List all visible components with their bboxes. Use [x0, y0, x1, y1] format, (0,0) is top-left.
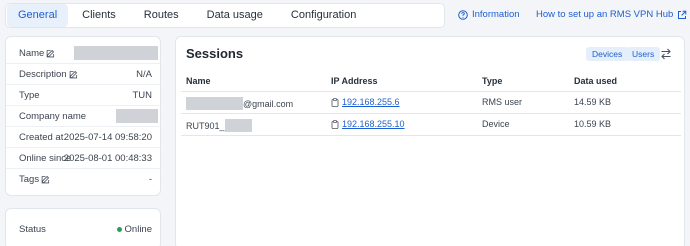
howto-link[interactable]: How to set up an RMS VPN Hub [536, 9, 687, 20]
session-type: Device [482, 119, 510, 129]
edit-icon[interactable] [46, 49, 55, 58]
information-link[interactable]: Information [458, 9, 520, 20]
column-header-type: Type [482, 76, 503, 86]
detail-row-company: Company name [6, 106, 162, 127]
external-link-icon [678, 10, 687, 19]
session-name-redacted [186, 97, 243, 110]
information-link-label: Information [472, 9, 520, 20]
tab-routes[interactable]: Routes [130, 4, 193, 27]
tab-data-usage[interactable]: Data usage [193, 4, 277, 27]
column-header-ip: IP Address [331, 76, 378, 86]
status-value: Online [124, 224, 152, 235]
created-label: Created at [19, 132, 64, 143]
howto-link-label: How to set up an RMS VPN Hub [536, 9, 674, 20]
copy-icon[interactable] [331, 119, 339, 129]
tab-general[interactable]: General [7, 4, 69, 27]
filter-users-button[interactable]: Users [626, 47, 661, 61]
detail-row-online-since: Online since 2025-08-01 00:48:33 [6, 148, 162, 169]
ip-address-link[interactable]: 192.168.255.6 [342, 97, 400, 107]
sessions-card: Sessions Devices Users Name IP Address T… [175, 36, 685, 246]
tab-configuration[interactable]: Configuration [277, 4, 370, 27]
sessions-title: Sessions [186, 46, 244, 61]
status-badge: Online [116, 224, 152, 235]
company-label: Company name [19, 111, 87, 122]
tags-value: - [148, 174, 152, 185]
session-name-suffix: @gmail.com [243, 98, 294, 109]
column-header-data-used: Data used [574, 76, 618, 86]
session-data-used: 10.59 KB [574, 119, 612, 129]
question-circle-icon [458, 9, 468, 20]
detail-row-status: Status Online [6, 219, 162, 240]
status-label: Status [19, 224, 46, 235]
tags-label: Tags [19, 174, 40, 185]
table-row[interactable]: RUT901_ 192.168.255.10 Device 10.59 KB [181, 113, 681, 135]
edit-icon[interactable] [41, 175, 50, 184]
name-label: Name [19, 48, 45, 59]
table-divider [181, 135, 681, 136]
details-card: Name Description N/A Type TUN Company na… [5, 36, 162, 196]
detail-row-tags: Tags - [6, 169, 162, 190]
detail-row-created: Created at 2025-07-14 09:58:20 [6, 127, 162, 148]
edit-icon[interactable] [69, 70, 78, 79]
session-data-used: 14.59 KB [574, 97, 612, 107]
detail-row-name: Name [6, 43, 162, 64]
table-row[interactable]: @gmail.com 192.168.255.6 RMS user 14.59 … [181, 91, 681, 113]
description-label: Description [19, 69, 67, 80]
description-value: N/A [136, 69, 152, 80]
name-value-redacted [74, 46, 158, 60]
detail-row-description: Description N/A [6, 64, 162, 85]
session-name-redacted [224, 119, 252, 132]
tab-bar: General Clients Routes Data usage Config… [5, 3, 445, 28]
type-value: TUN [132, 90, 152, 101]
status-dot-icon [116, 227, 122, 232]
ip-address-link[interactable]: 192.168.255.10 [342, 119, 405, 129]
copy-icon[interactable] [331, 97, 339, 107]
filter-devices-button[interactable]: Devices [586, 47, 629, 61]
column-header-name: Name [186, 76, 211, 86]
created-value: 2025-07-14 09:58:20 [63, 132, 152, 143]
company-value-redacted [116, 109, 158, 123]
type-label: Type [19, 90, 40, 101]
online-since-value: 2025-08-01 00:48:33 [63, 153, 152, 164]
swap-icon[interactable] [659, 47, 673, 61]
session-name-prefix: RUT901_ [186, 120, 225, 131]
session-type: RMS user [482, 97, 523, 107]
status-card: Status Online [5, 208, 161, 246]
detail-row-type: Type TUN [6, 85, 162, 106]
tab-clients[interactable]: Clients [68, 4, 130, 27]
